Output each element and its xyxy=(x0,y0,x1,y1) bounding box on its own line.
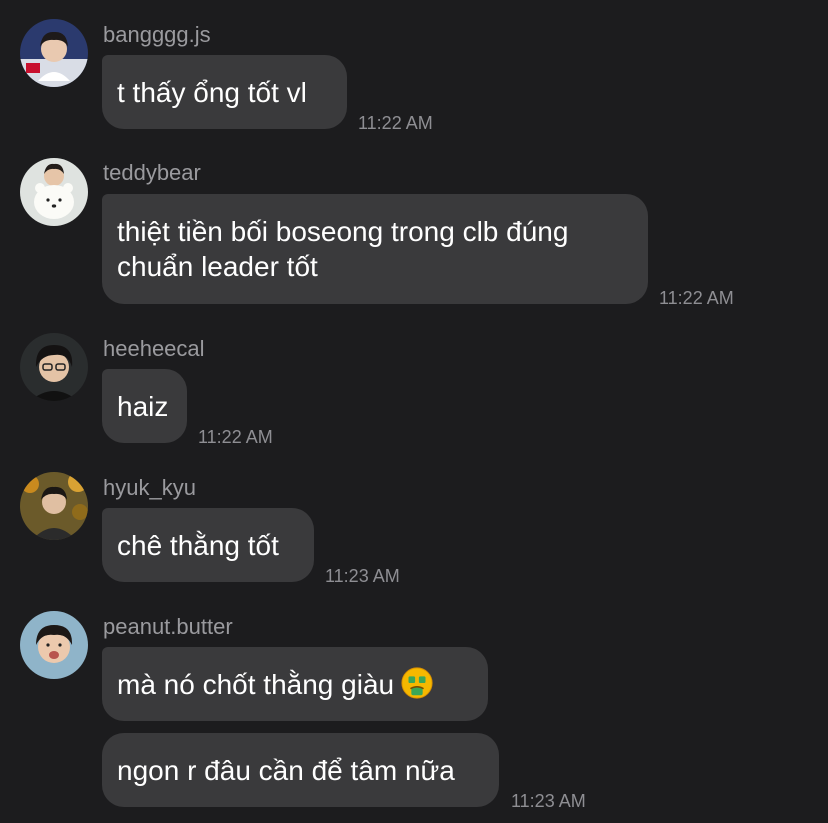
message-bubble[interactable]: haiz xyxy=(102,369,187,443)
username[interactable]: hyuk_kyu xyxy=(103,475,196,501)
timestamp: 11:23 AM xyxy=(511,791,586,811)
message-text: chuẩn leader tốt xyxy=(117,251,318,282)
money-mouth-face-icon xyxy=(401,667,433,699)
timestamp: 11:22 AM xyxy=(659,288,734,308)
message-text: t thấy ổng tốt vl xyxy=(117,76,307,108)
message-text: haiz xyxy=(117,390,169,422)
message-text-line: mà nó chốt thằng giàu xyxy=(117,666,473,702)
username[interactable]: bangggg.js xyxy=(103,22,211,48)
username[interactable]: peanut.butter xyxy=(103,614,233,640)
message-text: mà nó chốt thằng giàu xyxy=(117,669,395,700)
avatar-bangggg[interactable] xyxy=(20,19,88,87)
message-text: chê thằng tốt xyxy=(117,529,279,561)
username[interactable]: teddybear xyxy=(103,160,201,186)
message-bubble[interactable]: ngon r đâu cần để tâm nữa xyxy=(102,733,499,807)
message-bubble[interactable]: mà nó chốt thằng giàu xyxy=(102,647,488,721)
message-text: ngon r đâu cần để tâm nữa xyxy=(117,754,455,786)
avatar-hyuk-kyu[interactable] xyxy=(20,472,88,540)
timestamp: 11:22 AM xyxy=(198,427,273,447)
avatar-heeheecal[interactable] xyxy=(20,333,88,401)
message-text: thiệt tiền bối boseong trong clb đúng xyxy=(117,216,569,247)
avatar-teddybear[interactable] xyxy=(20,158,88,226)
message-bubble[interactable]: chê thằng tốt xyxy=(102,508,314,582)
username[interactable]: heeheecal xyxy=(103,336,205,362)
timestamp: 11:23 AM xyxy=(325,566,400,586)
timestamp: 11:22 AM xyxy=(358,113,433,133)
avatar-peanut-butter[interactable] xyxy=(20,611,88,679)
message-bubble[interactable]: t thấy ổng tốt vl xyxy=(102,55,347,129)
message-bubble[interactable]: thiệt tiền bối boseong trong clb đúng ch… xyxy=(102,194,648,304)
